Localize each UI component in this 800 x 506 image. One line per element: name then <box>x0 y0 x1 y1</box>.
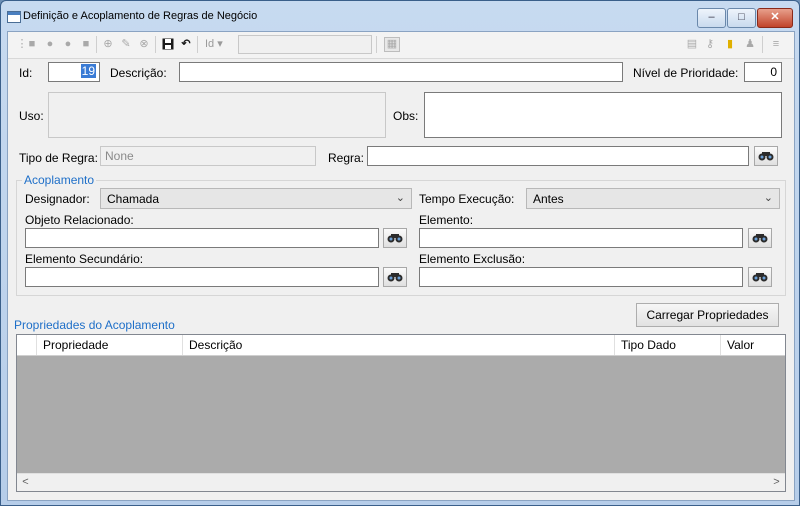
acoplamento-title: Acoplamento <box>22 173 97 187</box>
edit-icon[interactable]: ✎ <box>120 38 132 50</box>
undo-icon[interactable]: ↶ <box>180 38 192 50</box>
id-value: 19 <box>80 64 96 78</box>
id-field[interactable]: 19 <box>48 62 100 82</box>
minimize-glyph: – <box>708 11 715 23</box>
elemento-input[interactable] <box>419 228 743 248</box>
main-window: Definição e Acoplamento de Regras de Neg… <box>0 0 800 506</box>
toolbar-separator <box>197 36 198 53</box>
descricao-input[interactable] <box>179 62 623 82</box>
obs-textarea[interactable] <box>424 92 782 138</box>
regra-label: Regra: <box>328 151 365 165</box>
client-area: ⋮ ■ ● ● ■ ⊕ ✎ ⊗ ↶ Id ▾ ▦ ▤ ⚷ ▮ ♟ ≡ Id: 1… <box>7 31 795 501</box>
toolbar-separator <box>155 36 156 53</box>
new-icon[interactable]: ■ <box>26 38 38 50</box>
window-icon <box>7 11 21 23</box>
elemento-label: Elemento: <box>419 213 474 227</box>
prioridade-label: Nível de Prioridade: <box>633 66 739 80</box>
secundario-label: Elemento Secundário: <box>25 252 144 266</box>
tempo-label: Tempo Execução: <box>419 192 515 206</box>
propriedades-grid[interactable]: Propriedade Descrição Tipo Dado Valor < … <box>16 334 786 492</box>
column-header-tipo-dado[interactable]: Tipo Dado <box>615 335 721 355</box>
tipo-regra-input[interactable]: None <box>100 146 316 166</box>
secundario-input[interactable] <box>25 267 379 287</box>
toolbar-search-input[interactable] <box>238 35 372 54</box>
binoculars-icon <box>752 273 768 282</box>
objeto-label: Objeto Relacionado: <box>25 213 134 227</box>
prioridade-input[interactable]: 0 <box>744 62 782 82</box>
exclusao-search-button[interactable] <box>748 267 772 287</box>
title-bar: Definição e Acoplamento de Regras de Neg… <box>1 1 799 31</box>
layout-icon[interactable]: ▤ <box>686 38 698 50</box>
lock-icon[interactable]: ▮ <box>724 38 736 50</box>
designador-value: Chamada <box>107 192 160 206</box>
key-icon[interactable]: ⚷ <box>704 38 716 50</box>
uso-label: Uso: <box>19 109 44 123</box>
window-title: Definição e Acoplamento de Regras de Neg… <box>23 10 258 22</box>
elemento-search-button[interactable] <box>748 228 772 248</box>
id-label: Id: <box>19 66 33 80</box>
toolbar-separator <box>376 36 377 53</box>
id-combo[interactable]: Id ▾ <box>205 37 223 50</box>
binoculars-icon <box>387 273 403 282</box>
toolbar-separator <box>762 36 763 53</box>
column-header-descricao[interactable]: Descrição <box>183 335 615 355</box>
grid-icon[interactable]: ▦ <box>384 37 400 52</box>
exclusao-label: Elemento Exclusão: <box>419 252 526 266</box>
toolbar: ⋮ ■ ● ● ■ ⊕ ✎ ⊗ ↶ Id ▾ ▦ ▤ ⚷ ▮ ♟ ≡ <box>8 32 794 59</box>
previous-record-icon[interactable]: ● <box>62 38 74 50</box>
toolbar-separator <box>96 36 97 53</box>
propriedades-title: Propriedades do Acoplamento <box>14 318 175 332</box>
horizontal-scrollbar[interactable]: < > <box>17 473 785 491</box>
delete-icon[interactable]: ⊗ <box>138 38 150 50</box>
objeto-search-button[interactable] <box>383 228 407 248</box>
binoculars-icon <box>387 234 403 243</box>
binoculars-icon <box>758 152 774 161</box>
close-button[interactable]: ✕ <box>757 8 793 28</box>
first-record-icon[interactable]: ● <box>44 38 56 50</box>
maximize-glyph: □ <box>738 11 745 23</box>
regra-search-button[interactable] <box>754 146 778 166</box>
carregar-propriedades-button[interactable]: Carregar Propriedades <box>636 303 779 327</box>
obs-label: Obs: <box>393 109 419 123</box>
user-icon[interactable]: ♟ <box>744 38 756 50</box>
menu-icon[interactable]: ≡ <box>770 38 782 50</box>
objeto-input[interactable] <box>25 228 379 248</box>
uso-textarea[interactable] <box>48 92 386 138</box>
maximize-button[interactable]: □ <box>727 8 756 28</box>
scroll-left-icon[interactable]: < <box>17 474 34 491</box>
tempo-select[interactable]: Antes ⌄ <box>526 188 780 209</box>
grid-header: Propriedade Descrição Tipo Dado Valor <box>17 335 785 356</box>
add-icon[interactable]: ⊕ <box>102 38 114 50</box>
close-glyph: ✕ <box>770 11 780 23</box>
tempo-value: Antes <box>533 192 564 206</box>
designador-select[interactable]: Chamada ⌄ <box>100 188 412 209</box>
column-header-propriedade[interactable]: Propriedade <box>37 335 183 355</box>
secundario-search-button[interactable] <box>383 267 407 287</box>
chevron-down-icon: ⌄ <box>763 192 773 204</box>
tipo-regra-label: Tipo de Regra: <box>19 151 98 165</box>
id-combo-label: Id <box>205 38 215 50</box>
row-header-cell <box>17 335 37 355</box>
regra-input[interactable] <box>367 146 749 166</box>
exclusao-input[interactable] <box>419 267 743 287</box>
chevron-down-icon: ▾ <box>217 38 223 50</box>
designador-label: Designador: <box>25 192 90 206</box>
column-header-valor[interactable]: Valor <box>721 335 785 355</box>
save-icon[interactable] <box>162 38 174 50</box>
minimize-button[interactable]: – <box>697 8 726 28</box>
binoculars-icon <box>752 234 768 243</box>
descricao-label: Descrição: <box>110 66 167 80</box>
next-record-icon[interactable]: ■ <box>80 38 92 50</box>
scroll-right-icon[interactable]: > <box>768 474 785 491</box>
chevron-down-icon: ⌄ <box>395 192 405 204</box>
